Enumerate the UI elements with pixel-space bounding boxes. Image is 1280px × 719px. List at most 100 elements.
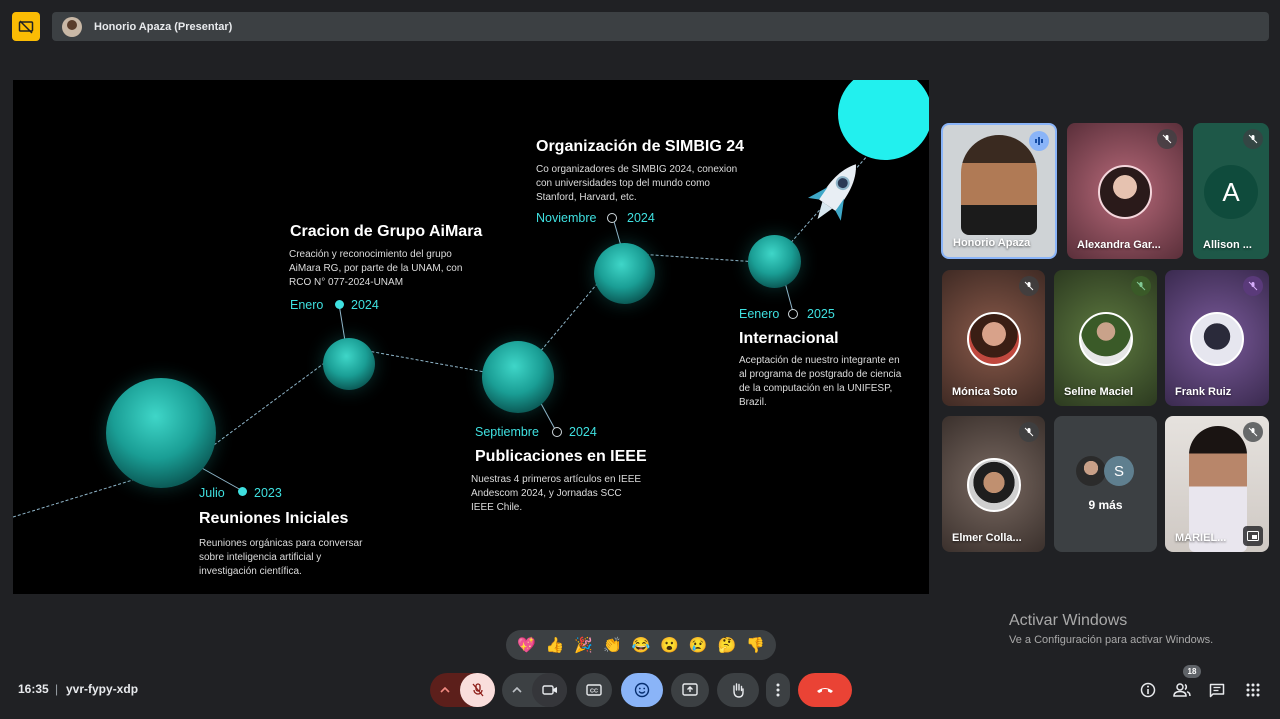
participant-avatar xyxy=(1076,456,1106,486)
reaction-heart[interactable]: 💖 xyxy=(513,636,539,654)
mic-off-icon xyxy=(1243,276,1263,296)
reaction-thinking[interactable]: 🤔 xyxy=(714,636,740,654)
hang-up-icon xyxy=(817,688,833,693)
mic-off-icon xyxy=(1243,422,1263,442)
participant-name: Frank Ruiz xyxy=(1175,386,1232,398)
more-options-button[interactable] xyxy=(766,673,790,707)
mic-control-group xyxy=(430,673,495,707)
participant-name: Honorio Apaza xyxy=(953,237,1031,249)
presenter-banner[interactable]: Honorio Apaza (Presentar) xyxy=(52,12,1269,41)
milestone-4-month: Noviembre xyxy=(536,211,597,225)
participant-name: Elmer Colla... xyxy=(952,532,1022,544)
milestone-5-month: Eenero xyxy=(739,307,780,321)
participant-tile-alexandra[interactable]: Alexandra Gar... xyxy=(1067,123,1183,259)
mic-off-icon xyxy=(1157,129,1177,149)
mic-off-icon xyxy=(1131,276,1151,296)
milestone-2-year: 2024 xyxy=(351,298,379,312)
reaction-party[interactable]: 🎉 xyxy=(571,636,597,654)
presenter-title: Honorio Apaza (Presentar) xyxy=(94,20,233,33)
reaction-clap[interactable]: 👏 xyxy=(599,636,625,654)
milestone-sphere-1 xyxy=(106,378,216,488)
presenting-icon[interactable] xyxy=(12,12,40,41)
mic-off-button[interactable] xyxy=(460,673,495,707)
presenter-avatar xyxy=(62,16,82,37)
participant-avatar xyxy=(967,458,1021,512)
reaction-sad[interactable]: 😢 xyxy=(685,636,711,654)
milestone-2-desc: Creación y reconocimiento del grupo AiMa… xyxy=(289,249,463,288)
participant-avatar: A xyxy=(1204,165,1258,219)
emoji-reactions-button[interactable] xyxy=(621,673,663,707)
present-icon xyxy=(682,683,698,696)
participant-avatar xyxy=(1190,312,1244,366)
milestone-sphere-5 xyxy=(748,235,801,288)
participant-avatar xyxy=(1098,165,1152,219)
activities-button[interactable] xyxy=(1236,673,1270,707)
milestone-3-title: Publicaciones en IEEE xyxy=(475,448,647,465)
shared-slide: Julio 2023 Reuniones Iniciales Reuniones… xyxy=(13,80,929,594)
separator: | xyxy=(55,682,59,696)
avatar-initial: S xyxy=(1113,462,1124,480)
participant-avatar xyxy=(1079,312,1133,366)
mic-off-icon xyxy=(1019,276,1039,296)
participant-name: Mónica Soto xyxy=(952,386,1018,398)
info-icon xyxy=(1140,682,1156,698)
milestone-2-dot xyxy=(335,300,344,309)
reaction-laugh[interactable]: 😂 xyxy=(628,636,654,654)
hand-icon xyxy=(733,683,744,698)
participant-tile-honorio[interactable]: Honorio Apaza xyxy=(941,123,1057,259)
smiley-icon xyxy=(634,682,650,698)
more-participants-tile[interactable]: S 9 más xyxy=(1054,416,1157,552)
participant-avatar: S xyxy=(1104,456,1134,486)
participant-tile-allison[interactable]: A Allison ... xyxy=(1193,123,1269,259)
participant-name: MARIEL... xyxy=(1175,532,1227,544)
milestone-5-year: 2025 xyxy=(807,307,835,321)
people-button[interactable] xyxy=(1165,673,1199,707)
activate-windows-title: Activar Windows xyxy=(1009,612,1128,629)
participant-video xyxy=(961,135,1037,235)
milestone-3-month: Septiembre xyxy=(475,425,539,439)
camera-button[interactable] xyxy=(532,673,567,707)
more-vert-icon xyxy=(776,683,780,697)
participant-name: Seline Maciel xyxy=(1064,386,1134,398)
participant-tile-seline[interactable]: Seline Maciel xyxy=(1054,270,1157,406)
milestone-3-year: 2024 xyxy=(569,425,597,439)
mic-off-icon xyxy=(472,683,483,697)
present-screen-button[interactable] xyxy=(671,673,709,707)
milestone-sphere-3 xyxy=(482,341,554,413)
reaction-thumbs-down[interactable]: 👎 xyxy=(743,636,769,654)
meeting-info-button[interactable] xyxy=(1131,673,1165,707)
participant-name: Alexandra Gar... xyxy=(1077,239,1161,251)
camera-control-group xyxy=(502,673,567,707)
chat-button[interactable] xyxy=(1200,673,1234,707)
chat-icon xyxy=(1209,683,1225,697)
captions-icon: CC xyxy=(586,684,602,696)
rocket-icon xyxy=(808,164,856,221)
milestone-3-dot xyxy=(552,427,562,437)
mic-off-icon xyxy=(1019,422,1039,442)
participant-tile-elmer[interactable]: Elmer Colla... xyxy=(942,416,1045,552)
reaction-surprised[interactable]: 😮 xyxy=(657,636,683,654)
svg-text:CC: CC xyxy=(590,689,598,695)
milestone-1-month: Julio xyxy=(199,486,225,500)
camera-options-chevron-icon[interactable] xyxy=(502,687,532,693)
clock: 16:35 xyxy=(18,682,49,696)
mic-options-chevron-icon[interactable] xyxy=(430,687,460,693)
milestone-sphere-2 xyxy=(323,338,375,390)
participant-tile-monica[interactable]: Mónica Soto xyxy=(942,270,1045,406)
participant-tile-mariel[interactable]: MARIEL... xyxy=(1165,416,1269,552)
speaking-indicator-icon xyxy=(1029,131,1049,151)
milestone-sphere-4 xyxy=(594,243,655,304)
camera-icon xyxy=(541,685,557,695)
reaction-thumbs-up[interactable]: 👍 xyxy=(542,636,568,654)
captions-button[interactable]: CC xyxy=(576,673,612,707)
milestone-5-dot xyxy=(788,309,798,319)
participants-count-badge: 18 xyxy=(1183,665,1201,678)
pin-tile-icon[interactable] xyxy=(1243,526,1263,546)
milestone-4-year: 2024 xyxy=(627,211,655,225)
raise-hand-button[interactable] xyxy=(717,673,759,707)
milestone-1-year: 2023 xyxy=(254,486,282,500)
end-call-button[interactable] xyxy=(798,673,852,707)
participant-tile-frank[interactable]: Frank Ruiz xyxy=(1165,270,1269,406)
milestone-1-title: Reuniones Iniciales xyxy=(199,510,349,527)
milestone-5-title: Internacional xyxy=(739,330,839,347)
